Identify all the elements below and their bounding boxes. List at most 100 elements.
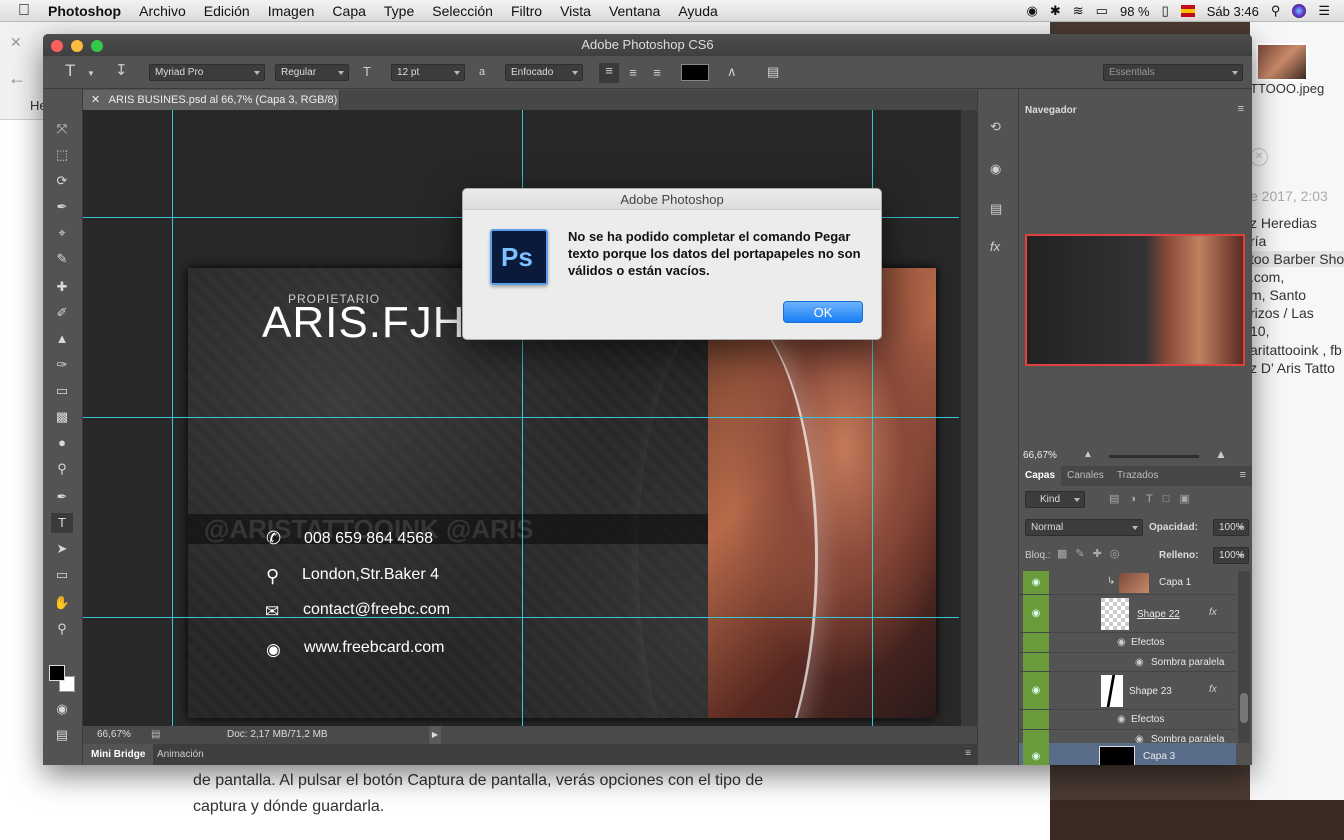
battery-percent[interactable]: 98 %	[1120, 4, 1150, 19]
align-left-icon[interactable]: ≡	[599, 63, 619, 83]
shape-tool-icon[interactable]: ▭	[51, 565, 73, 585]
panel-menu-icon[interactable]: ≡	[1240, 469, 1246, 481]
font-size-icon[interactable]: T	[363, 64, 371, 80]
menu-seleccion[interactable]: Selección	[423, 3, 502, 19]
navigator-thumbnail[interactable]	[1025, 234, 1245, 366]
history-icon[interactable]: ⟲	[990, 119, 1001, 135]
effect-row[interactable]: ◉ Sombra paralela	[1019, 653, 1236, 672]
effect-eye-icon[interactable]: ◉	[1135, 657, 1144, 668]
visibility-eye-icon[interactable]: ◉	[1023, 571, 1049, 594]
zoom-out-icon[interactable]: ▲	[1083, 449, 1093, 460]
effect-row[interactable]: ◉ Sombra paralela	[1019, 730, 1236, 743]
eyedropper-icon[interactable]: ✎	[51, 249, 73, 269]
effects-eye-icon[interactable]: ◉	[1117, 637, 1126, 648]
navigator-title[interactable]: Navegador	[1025, 105, 1077, 116]
effects-row[interactable]: ◉ Efectos	[1019, 710, 1236, 730]
creative-cloud-icon[interactable]: ◉	[1027, 3, 1038, 19]
fx-icon[interactable]: fx	[1209, 684, 1217, 695]
healing-brush-icon[interactable]: ✚	[51, 277, 73, 297]
visibility-eye-icon[interactable]: ◉	[1023, 672, 1049, 709]
blur-icon[interactable]: ●	[51, 433, 73, 453]
flag-icon[interactable]	[1180, 5, 1195, 17]
close-icon[interactable]: ✕	[10, 34, 22, 51]
dropdown-arrow-icon[interactable]: ▼	[87, 66, 95, 82]
menu-archivo[interactable]: Archivo	[130, 3, 195, 19]
clock[interactable]: Sáb 3:46	[1207, 4, 1259, 19]
tab-animacion[interactable]: Animación	[153, 744, 208, 765]
move-tool-icon[interactable]: ⤧	[51, 119, 73, 139]
foreground-color[interactable]	[49, 665, 65, 681]
tab-canales[interactable]: Canales	[1067, 466, 1104, 486]
menu-filtro[interactable]: Filtro	[502, 3, 551, 19]
zoom-button[interactable]	[91, 40, 103, 52]
fx-icon[interactable]: fx	[1209, 607, 1217, 618]
airplay-icon[interactable]: ▭	[1096, 3, 1108, 19]
type-tool-icon[interactable]: T	[51, 513, 73, 533]
menu-ventana[interactable]: Ventana	[600, 3, 669, 19]
image-thumbnail[interactable]	[1256, 43, 1308, 81]
dodge-icon[interactable]: ⚲	[51, 459, 73, 479]
antialias-select[interactable]: Enfocado	[505, 64, 583, 81]
font-family-select[interactable]: Myriad Pro	[149, 64, 265, 81]
lasso-tool-icon[interactable]: ⟳	[51, 171, 73, 191]
zoom-in-icon[interactable]: ▲	[1215, 447, 1227, 461]
navigator-zoom[interactable]: 66,67%	[1023, 450, 1057, 461]
opacity-input[interactable]: 100%	[1213, 519, 1249, 536]
layer-row[interactable]: ◉ Shape 22 fx	[1019, 595, 1236, 633]
align-center-icon[interactable]: ≡	[623, 65, 643, 81]
zoom-tool-icon[interactable]: ⚲	[51, 619, 73, 639]
tab-capas[interactable]: Capas	[1019, 466, 1062, 486]
siri-icon[interactable]	[1292, 4, 1307, 18]
status-icon[interactable]: ▤	[151, 726, 160, 744]
battery-icon[interactable]: ▯	[1162, 3, 1169, 19]
layer-row[interactable]: ◉ Shape 23 fx	[1019, 672, 1236, 710]
document-tab[interactable]: ✕ ARIS BUSINES.psd al 66,7% (Capa 3, RGB…	[83, 90, 340, 126]
character-panel-icon[interactable]: ▤	[767, 64, 779, 80]
brush-tool-icon[interactable]: ✐	[51, 303, 73, 323]
bluetooth-icon[interactable]: ✱	[1050, 3, 1061, 19]
layers-scrollbar[interactable]	[1238, 571, 1250, 743]
minimize-button[interactable]	[71, 40, 83, 52]
menu-ayuda[interactable]: Ayuda	[669, 3, 726, 19]
blend-mode-select[interactable]: Normal	[1025, 519, 1143, 536]
marquee-tool-icon[interactable]: ⬚	[51, 145, 73, 165]
align-right-icon[interactable]: ≡	[647, 65, 667, 81]
vertical-scrollbar[interactable]	[961, 110, 977, 726]
history-brush-icon[interactable]: ✑	[51, 355, 73, 375]
path-selection-icon[interactable]: ➤	[51, 539, 73, 559]
status-zoom[interactable]: 66,67%	[97, 726, 131, 744]
quick-selection-icon[interactable]: ✒	[51, 197, 73, 217]
actions-icon[interactable]: ◉	[990, 161, 1001, 177]
ok-button[interactable]: OK	[783, 301, 863, 323]
spotlight-icon[interactable]: ⚲	[1271, 3, 1281, 19]
horizontal-guide[interactable]	[83, 417, 959, 418]
font-style-select[interactable]: Regular	[275, 64, 349, 81]
visibility-eye-icon[interactable]	[1023, 653, 1049, 671]
panel-menu-icon[interactable]: ≡	[1238, 103, 1244, 115]
menu-edicion[interactable]: Edición	[195, 3, 259, 19]
zoom-slider[interactable]	[1109, 455, 1199, 458]
tab-close-icon[interactable]: ✕	[91, 94, 100, 106]
quick-mask-icon[interactable]: ◉	[51, 699, 73, 719]
text-orientation-icon[interactable]: ↧	[115, 63, 128, 79]
visibility-eye-icon[interactable]: ◉	[1023, 743, 1049, 765]
layer-row-selected[interactable]: ◉ Capa 3	[1019, 743, 1236, 765]
gradient-icon[interactable]: ▩	[51, 407, 73, 427]
layer-filter-kind[interactable]: Kind	[1025, 491, 1085, 508]
status-menu-arrow-icon[interactable]: ▶	[429, 726, 441, 744]
workspace-select[interactable]: Essentials	[1103, 64, 1243, 81]
close-circle-icon[interactable]: ✕	[1250, 148, 1268, 166]
warp-text-icon[interactable]: ∧	[727, 64, 737, 80]
effects-row[interactable]: ◉ Efectos	[1019, 633, 1236, 653]
stamp-tool-icon[interactable]: ▲	[51, 329, 73, 349]
close-button[interactable]	[51, 40, 63, 52]
image-panel-icon[interactable]: ▤	[990, 201, 1002, 217]
menu-imagen[interactable]: Imagen	[259, 3, 324, 19]
layer-row[interactable]: ◉ ↳ Capa 1	[1019, 571, 1236, 595]
eraser-icon[interactable]: ▭	[51, 381, 73, 401]
panel-menu-icon[interactable]: ≡	[965, 748, 971, 759]
tab-trazados[interactable]: Trazados	[1117, 466, 1158, 486]
pen-tool-icon[interactable]: ✒	[51, 487, 73, 507]
effect-eye-icon[interactable]: ◉	[1135, 734, 1144, 743]
effects-eye-icon[interactable]: ◉	[1117, 714, 1126, 725]
